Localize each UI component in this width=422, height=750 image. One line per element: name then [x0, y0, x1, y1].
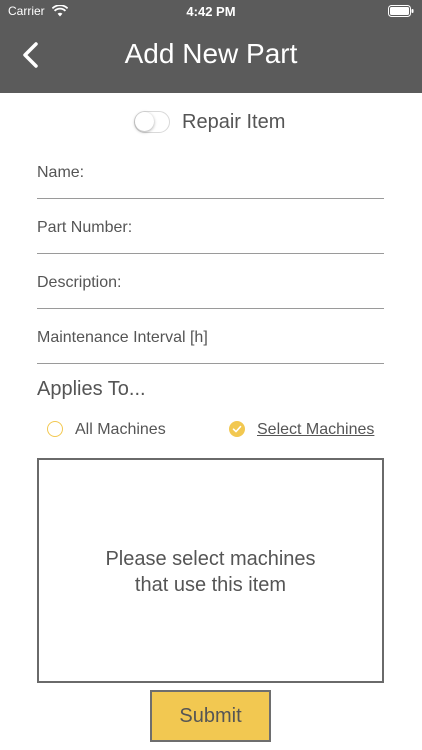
status-bar: Carrier 4:42 PM	[0, 0, 422, 22]
nav-header: Carrier 4:42 PM Add New Part	[0, 0, 422, 93]
repair-item-row: Repair Item	[0, 108, 422, 140]
repair-item-label: Repair Item	[182, 111, 286, 133]
radio-checked-icon	[229, 421, 245, 437]
select-machines-option[interactable]: Select Machines	[229, 420, 385, 442]
part-number-field[interactable]: Part Number:	[37, 213, 388, 255]
status-time: 4:42 PM	[186, 4, 236, 19]
machines-list-box[interactable]: Please select machines that use this ite…	[37, 458, 384, 683]
description-input[interactable]	[37, 268, 388, 310]
submit-button[interactable]: Submit	[150, 690, 271, 742]
all-machines-option[interactable]: All Machines	[47, 420, 187, 442]
maintenance-interval-field[interactable]: Maintenance Interval [h]	[37, 323, 388, 365]
machines-empty-message: Please select machines that use this ite…	[105, 548, 316, 596]
select-machines-label: Select Machines	[257, 421, 375, 438]
description-field[interactable]: Description:	[37, 268, 388, 310]
radio-unselected-icon	[47, 421, 63, 437]
all-machines-label: All Machines	[75, 421, 166, 438]
page-title: Add New Part	[124, 38, 298, 69]
battery-icon	[388, 4, 414, 17]
name-field[interactable]: Name:	[37, 158, 388, 200]
repair-item-toggle[interactable]	[134, 111, 170, 133]
maintenance-interval-input[interactable]	[37, 323, 388, 365]
toggle-knob	[135, 112, 154, 131]
name-input[interactable]	[37, 158, 388, 200]
applies-to-heading: Applies To...	[37, 378, 146, 400]
part-number-input[interactable]	[37, 213, 388, 255]
